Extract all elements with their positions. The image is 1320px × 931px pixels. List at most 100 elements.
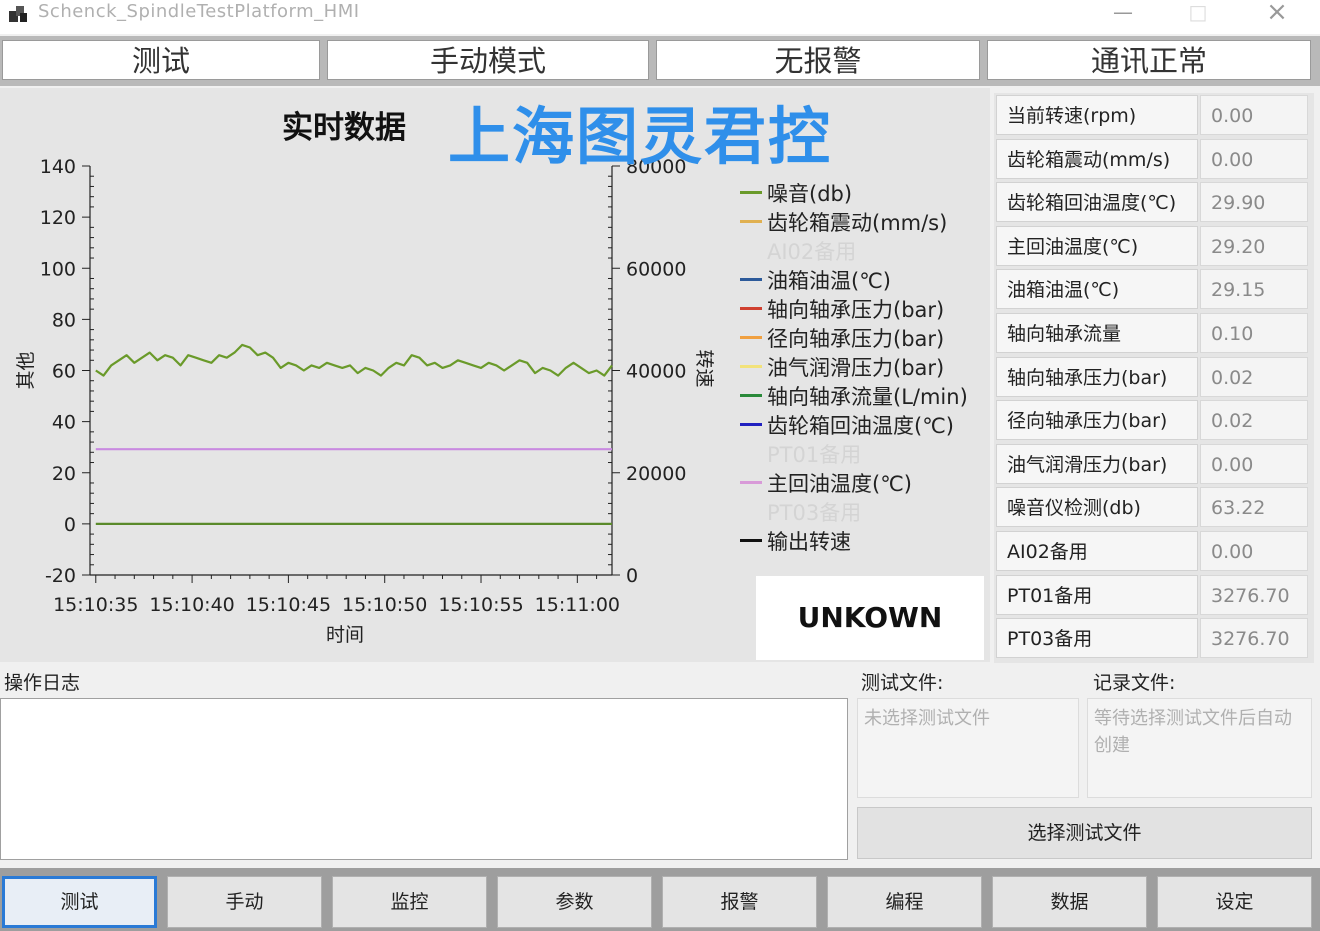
left-tick-label: 120 bbox=[40, 207, 76, 229]
left-tick-label: 80 bbox=[52, 309, 76, 331]
status-bar: 测试 手动模式 无报警 通讯正常 bbox=[0, 36, 1320, 86]
legend-swatch bbox=[740, 394, 762, 397]
left-tick-label: 60 bbox=[52, 361, 76, 383]
right-tick-label: 60000 bbox=[626, 258, 686, 280]
x-axis-title: 时间 bbox=[326, 624, 364, 646]
log-section: 操作日志 bbox=[0, 664, 850, 864]
reading-value: 29.20 bbox=[1200, 225, 1308, 266]
left-tick-label: -20 bbox=[45, 565, 76, 587]
legend-swatch bbox=[740, 510, 762, 513]
right-tick-label: 20000 bbox=[626, 463, 686, 485]
close-button[interactable]: × bbox=[1257, 0, 1297, 30]
reading-label: 齿轮箱回油温度(℃) bbox=[996, 182, 1198, 223]
legend-label: 齿轮箱回油温度(℃) bbox=[767, 414, 954, 438]
legend-label: 主回油温度(℃) bbox=[767, 472, 912, 496]
nav-button[interactable]: 参数 bbox=[497, 876, 652, 928]
x-tick-label: 15:11:00 bbox=[535, 594, 620, 616]
reading-row: 油气润滑压力(bar) 0.00 bbox=[994, 442, 1314, 486]
legend-swatch bbox=[740, 191, 762, 194]
reading-label: 轴向轴承流量 bbox=[996, 313, 1198, 353]
reading-label: PT03备用 bbox=[996, 618, 1198, 659]
legend-swatch bbox=[740, 423, 762, 426]
record-file-field: 等待选择测试文件后自动创建 bbox=[1087, 698, 1312, 798]
reading-row: 径向轴承压力(bar) 0.02 bbox=[994, 398, 1314, 442]
reading-value: 0.02 bbox=[1200, 356, 1308, 397]
status-communication: 通讯正常 bbox=[987, 40, 1311, 80]
legend-label: AI02备用 bbox=[767, 240, 857, 264]
status-manual-mode: 手动模式 bbox=[327, 40, 649, 80]
nav-button[interactable]: 编程 bbox=[827, 876, 982, 928]
maximize-button[interactable]: □ bbox=[1178, 0, 1218, 30]
x-tick-label: 15:10:35 bbox=[53, 594, 138, 616]
reading-label: PT01备用 bbox=[996, 574, 1198, 615]
left-tick-label: 100 bbox=[40, 258, 76, 280]
reading-label: AI02备用 bbox=[996, 531, 1198, 571]
reading-row: 噪音仪检测(db) 63.22 bbox=[994, 485, 1314, 529]
minimize-button[interactable]: — bbox=[1103, 0, 1143, 30]
watermark-text: 上海图灵君控 bbox=[448, 100, 833, 173]
reading-value: 3276.70 bbox=[1200, 618, 1308, 659]
reading-value: 63.22 bbox=[1200, 487, 1308, 528]
reading-value: 0.02 bbox=[1200, 400, 1308, 441]
left-tick-label: 140 bbox=[40, 156, 76, 178]
reading-row: 主回油温度(℃) 29.20 bbox=[994, 224, 1314, 268]
reading-row: 齿轮箱回油温度(℃) 29.90 bbox=[994, 180, 1314, 224]
legend-label: 噪音(db) bbox=[767, 182, 853, 206]
reading-row: 轴向轴承压力(bar) 0.02 bbox=[994, 355, 1314, 399]
right-tick-label: 0 bbox=[626, 565, 638, 587]
reading-row: 油箱油温(℃) 29.15 bbox=[994, 267, 1314, 311]
window-title: Schenck_SpindleTestPlatform_HMI bbox=[38, 1, 360, 22]
reading-row: 齿轮箱震动(mm/s) 0.00 bbox=[994, 137, 1314, 181]
nav-button[interactable]: 报警 bbox=[662, 876, 817, 928]
legend-swatch bbox=[740, 452, 762, 455]
files-section: 测试文件: 记录文件: 未选择测试文件 等待选择测试文件后自动创建 选择测试文件 bbox=[855, 664, 1315, 864]
reading-value: 0.10 bbox=[1200, 313, 1308, 353]
legend-swatch bbox=[740, 220, 762, 223]
test-file-field: 未选择测试文件 bbox=[857, 698, 1079, 798]
reading-row: AI02备用 0.00 bbox=[994, 529, 1314, 573]
nav-button[interactable]: 数据 bbox=[992, 876, 1147, 928]
legend-label: 油箱油温(℃) bbox=[767, 269, 891, 293]
reading-value: 0.00 bbox=[1200, 443, 1308, 484]
nav-button[interactable]: 手动 bbox=[167, 876, 322, 928]
bottom-navigation: 测试 手动 监控 参数 报警 编程 数据 设定 bbox=[0, 868, 1320, 931]
reading-value: 0.00 bbox=[1200, 95, 1308, 135]
reading-row: 当前转速(rpm) 0.00 bbox=[994, 93, 1314, 137]
test-file-label: 测试文件: bbox=[861, 672, 944, 694]
legend-swatch bbox=[740, 539, 762, 542]
legend-swatch bbox=[740, 278, 762, 281]
legend-swatch bbox=[740, 365, 762, 368]
select-test-file-button[interactable]: 选择测试文件 bbox=[857, 807, 1312, 859]
nav-button[interactable]: 监控 bbox=[332, 876, 487, 928]
reading-label: 齿轮箱震动(mm/s) bbox=[996, 138, 1198, 179]
reading-row: PT03备用 3276.70 bbox=[994, 616, 1314, 660]
nav-button[interactable]: 测试 bbox=[2, 876, 157, 928]
reading-label: 主回油温度(℃) bbox=[996, 225, 1198, 266]
chart-title: 实时数据 bbox=[282, 110, 406, 146]
legend-swatch bbox=[740, 307, 762, 310]
legend-swatch bbox=[740, 481, 762, 484]
legend-label: 齿轮箱震动(mm/s) bbox=[767, 211, 948, 235]
legend-swatch bbox=[740, 336, 762, 339]
reading-value: 3276.70 bbox=[1200, 574, 1308, 615]
legend-label: PT03备用 bbox=[767, 501, 862, 525]
x-tick-label: 15:10:45 bbox=[246, 594, 331, 616]
left-tick-label: 20 bbox=[52, 463, 76, 485]
reading-value: 0.00 bbox=[1200, 138, 1308, 179]
reading-label: 轴向轴承压力(bar) bbox=[996, 356, 1198, 397]
x-tick-label: 15:10:55 bbox=[438, 594, 523, 616]
reading-label: 当前转速(rpm) bbox=[996, 95, 1198, 135]
left-tick-label: 40 bbox=[52, 412, 76, 434]
reading-row: 轴向轴承流量 0.10 bbox=[994, 311, 1314, 355]
log-area[interactable] bbox=[0, 698, 848, 860]
record-file-label: 记录文件: bbox=[1093, 672, 1176, 694]
nav-button[interactable]: 设定 bbox=[1157, 876, 1312, 928]
legend-label: 径向轴承压力(bar) bbox=[767, 327, 945, 351]
status-unknown-box: UNKOWN bbox=[756, 576, 984, 660]
reading-label: 径向轴承压力(bar) bbox=[996, 400, 1198, 441]
right-axis-title: 转速 bbox=[693, 349, 715, 387]
log-header: 操作日志 bbox=[4, 672, 81, 694]
reading-value: 29.90 bbox=[1200, 182, 1308, 223]
reading-row: PT01备用 3276.70 bbox=[994, 573, 1314, 617]
status-alarm: 无报警 bbox=[656, 40, 980, 80]
